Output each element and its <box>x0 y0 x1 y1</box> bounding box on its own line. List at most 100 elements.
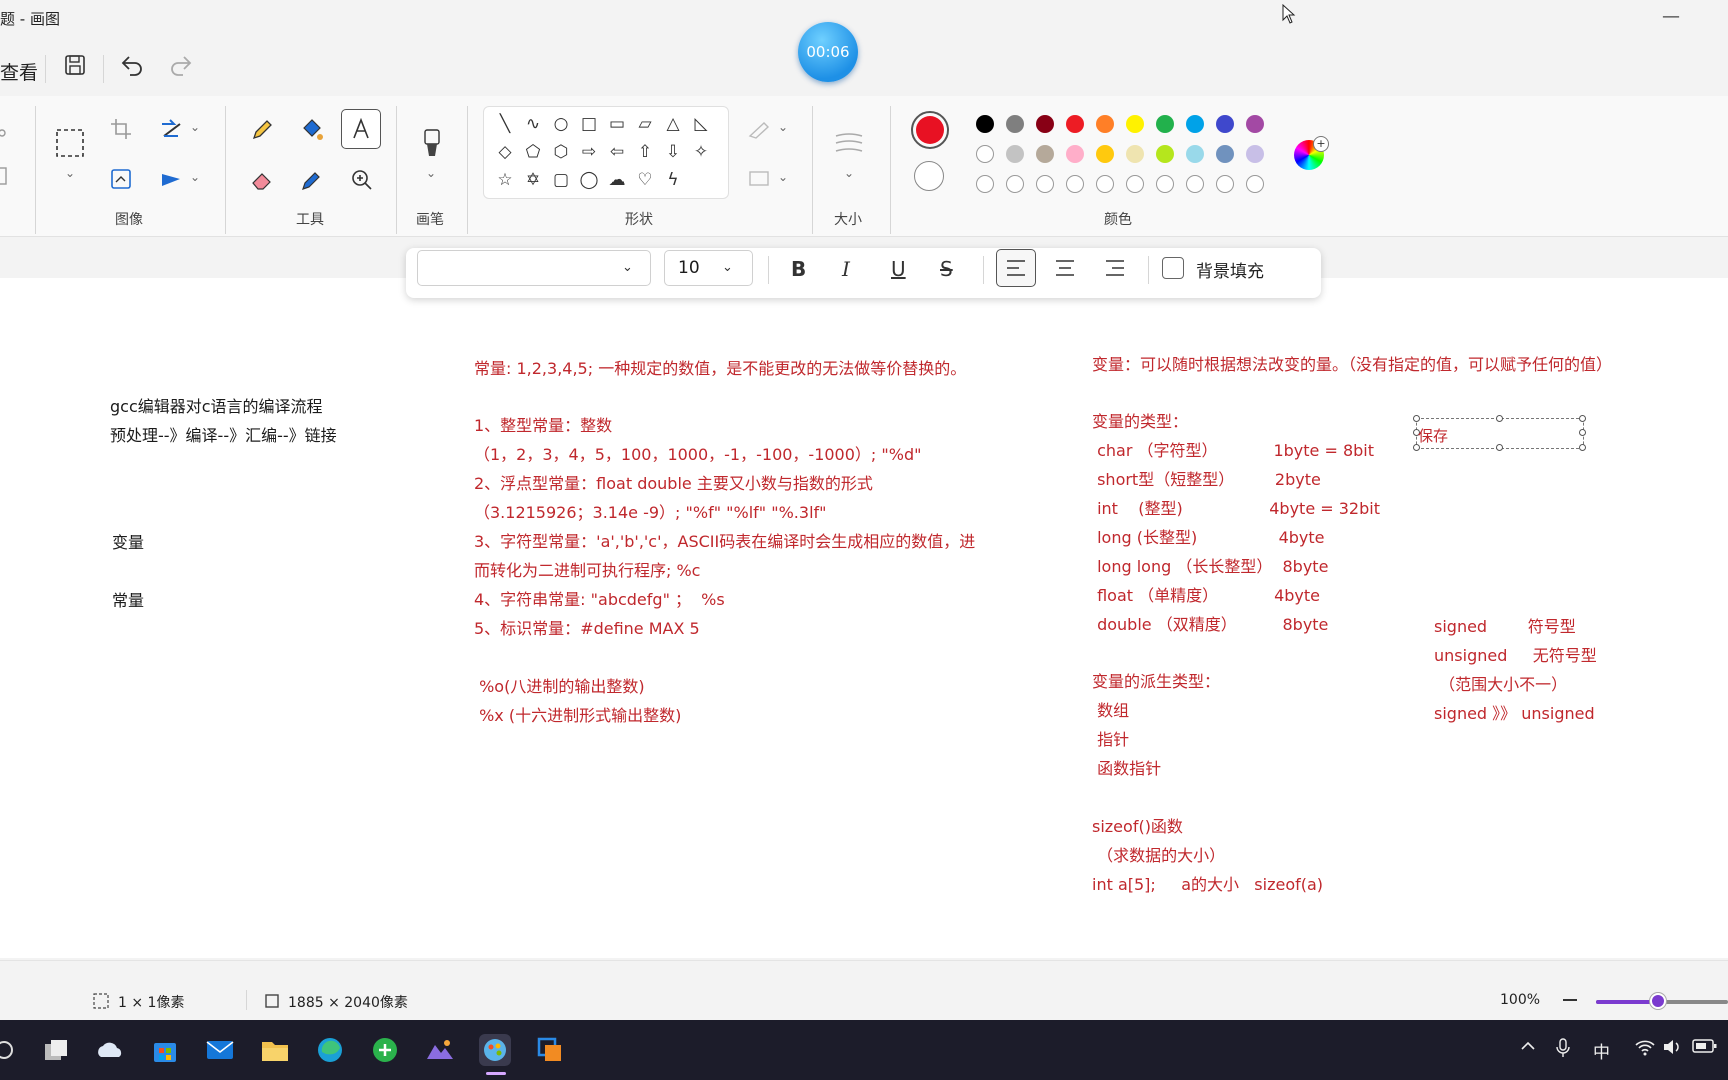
pentagon-shape-icon[interactable]: ⬠ <box>520 139 546 165</box>
palette-color-swatch[interactable] <box>1246 115 1264 133</box>
palette-color-swatch[interactable] <box>1186 175 1204 193</box>
paint-app-icon[interactable] <box>479 1034 511 1066</box>
photos-icon[interactable] <box>424 1034 456 1066</box>
text-box-content[interactable]: 保存 <box>1418 425 1448 446</box>
recording-timer[interactable]: 00:06 <box>798 22 858 82</box>
six-point-star-shape-icon[interactable]: ✡ <box>520 167 546 193</box>
palette-color-swatch[interactable] <box>1126 145 1144 163</box>
resize-handle[interactable] <box>1579 429 1586 436</box>
curve-shape-icon[interactable]: ∿ <box>520 111 546 137</box>
microphone-icon[interactable] <box>1556 1038 1570 1063</box>
palette-color-swatch[interactable] <box>1246 175 1264 193</box>
chevron-down-icon[interactable]: ⌄ <box>844 166 854 180</box>
chevron-up-icon[interactable] <box>1520 1038 1536 1059</box>
resize-handle[interactable] <box>1496 415 1503 422</box>
chevron-down-icon[interactable]: ⌄ <box>190 170 200 184</box>
chevron-down-icon[interactable]: ⌄ <box>65 166 75 180</box>
edge-icon[interactable] <box>314 1034 346 1066</box>
fill-bucket-icon[interactable] <box>300 118 324 147</box>
palette-color-swatch[interactable] <box>1246 145 1264 163</box>
cut-icon[interactable] <box>0 118 10 143</box>
chevron-down-icon[interactable]: ⌄ <box>778 170 788 184</box>
resize-handle[interactable] <box>1579 415 1586 422</box>
heart-shape-icon[interactable]: ♡ <box>632 167 658 193</box>
chevron-down-icon[interactable]: ⌄ <box>426 166 436 180</box>
palette-color-swatch[interactable] <box>1066 175 1084 193</box>
resize-handle[interactable] <box>1579 444 1586 451</box>
start-icon[interactable] <box>0 1034 22 1066</box>
palette-color-swatch[interactable] <box>1156 145 1174 163</box>
brush-icon[interactable] <box>420 128 444 163</box>
palette-color-swatch[interactable] <box>1036 115 1054 133</box>
palette-color-swatch[interactable] <box>1096 115 1114 133</box>
rounded-callout-shape-icon[interactable]: ▢ <box>548 167 574 193</box>
primary-color-swatch[interactable] <box>911 111 949 149</box>
eraser-icon[interactable] <box>250 168 274 197</box>
palette-color-swatch[interactable] <box>1006 145 1024 163</box>
five-point-star-shape-icon[interactable]: ☆ <box>492 167 518 193</box>
secondary-color-swatch[interactable] <box>914 161 944 191</box>
store-icon[interactable] <box>149 1034 181 1066</box>
palette-color-swatch[interactable] <box>1216 115 1234 133</box>
hexagon-shape-icon[interactable]: ⬡ <box>548 139 574 165</box>
select-rectangle-icon[interactable] <box>55 128 85 163</box>
palette-color-swatch[interactable] <box>1096 175 1114 193</box>
text-tool-button[interactable] <box>341 109 381 149</box>
four-point-star-shape-icon[interactable]: ✧ <box>688 139 714 165</box>
task-view-icon[interactable] <box>40 1034 72 1066</box>
browser-icon[interactable] <box>369 1034 401 1066</box>
crop-icon[interactable] <box>110 118 132 145</box>
volume-icon[interactable] <box>1662 1038 1684 1061</box>
zoom-slider-thumb[interactable] <box>1650 993 1666 1009</box>
italic-button[interactable]: I <box>842 257 850 281</box>
palette-color-swatch[interactable] <box>1216 175 1234 193</box>
chevron-down-icon[interactable]: ⌄ <box>622 260 633 275</box>
chevron-down-icon[interactable]: ⌄ <box>778 120 788 134</box>
palette-color-swatch[interactable] <box>1036 175 1054 193</box>
align-center-button[interactable] <box>1046 250 1084 290</box>
resize-icon[interactable] <box>110 168 132 195</box>
undo-icon[interactable] <box>120 54 144 82</box>
oval-callout-shape-icon[interactable]: ◯ <box>576 167 602 193</box>
palette-color-swatch[interactable] <box>976 115 994 133</box>
align-left-button[interactable] <box>996 249 1036 287</box>
flip-icon[interactable] <box>160 168 184 195</box>
palette-color-swatch[interactable] <box>976 145 994 163</box>
palette-color-swatch[interactable] <box>1186 145 1204 163</box>
triangle-shape-icon[interactable]: △ <box>660 111 686 137</box>
remote-app-icon[interactable] <box>534 1034 566 1066</box>
palette-color-swatch[interactable] <box>1126 175 1144 193</box>
palette-color-swatch[interactable] <box>1216 145 1234 163</box>
right-arrow-shape-icon[interactable]: ⇨ <box>576 139 602 165</box>
font-family-select[interactable] <box>417 250 651 286</box>
minimize-button[interactable]: — <box>1662 6 1680 27</box>
shape-fill-icon[interactable] <box>748 168 772 193</box>
palette-color-swatch[interactable] <box>1006 115 1024 133</box>
palette-color-swatch[interactable] <box>1126 115 1144 133</box>
color-picker-icon[interactable] <box>300 168 324 197</box>
mail-icon[interactable] <box>204 1034 236 1066</box>
ime-indicator[interactable]: 中 <box>1593 1038 1610 1063</box>
palette-color-swatch[interactable] <box>1066 145 1084 163</box>
background-fill-checkbox[interactable] <box>1162 257 1184 279</box>
diamond-shape-icon[interactable]: ◇ <box>492 139 518 165</box>
outline-icon[interactable] <box>748 120 772 145</box>
palette-color-swatch[interactable] <box>1156 175 1174 193</box>
paste-icon[interactable] <box>0 166 8 191</box>
resize-handle[interactable] <box>1496 444 1503 451</box>
bold-button[interactable]: B <box>791 257 806 281</box>
size-icon[interactable] <box>834 132 864 161</box>
palette-color-swatch[interactable] <box>1096 145 1114 163</box>
palette-color-swatch[interactable] <box>1156 115 1174 133</box>
rounded-rectangle-shape-icon[interactable]: ▭ <box>604 111 630 137</box>
view-menu[interactable]: 查看 <box>0 58 38 85</box>
left-arrow-shape-icon[interactable]: ⇦ <box>604 139 630 165</box>
down-arrow-shape-icon[interactable]: ⇩ <box>660 139 686 165</box>
chevron-down-icon[interactable]: ⌄ <box>722 260 733 275</box>
strikethrough-button[interactable]: S <box>940 257 953 281</box>
redo-icon[interactable] <box>169 54 193 82</box>
cloud-callout-shape-icon[interactable]: ☁ <box>604 167 630 193</box>
wifi-icon[interactable] <box>1634 1038 1656 1061</box>
underline-button[interactable]: U <box>891 257 906 281</box>
line-shape-icon[interactable]: ╲ <box>492 111 518 137</box>
